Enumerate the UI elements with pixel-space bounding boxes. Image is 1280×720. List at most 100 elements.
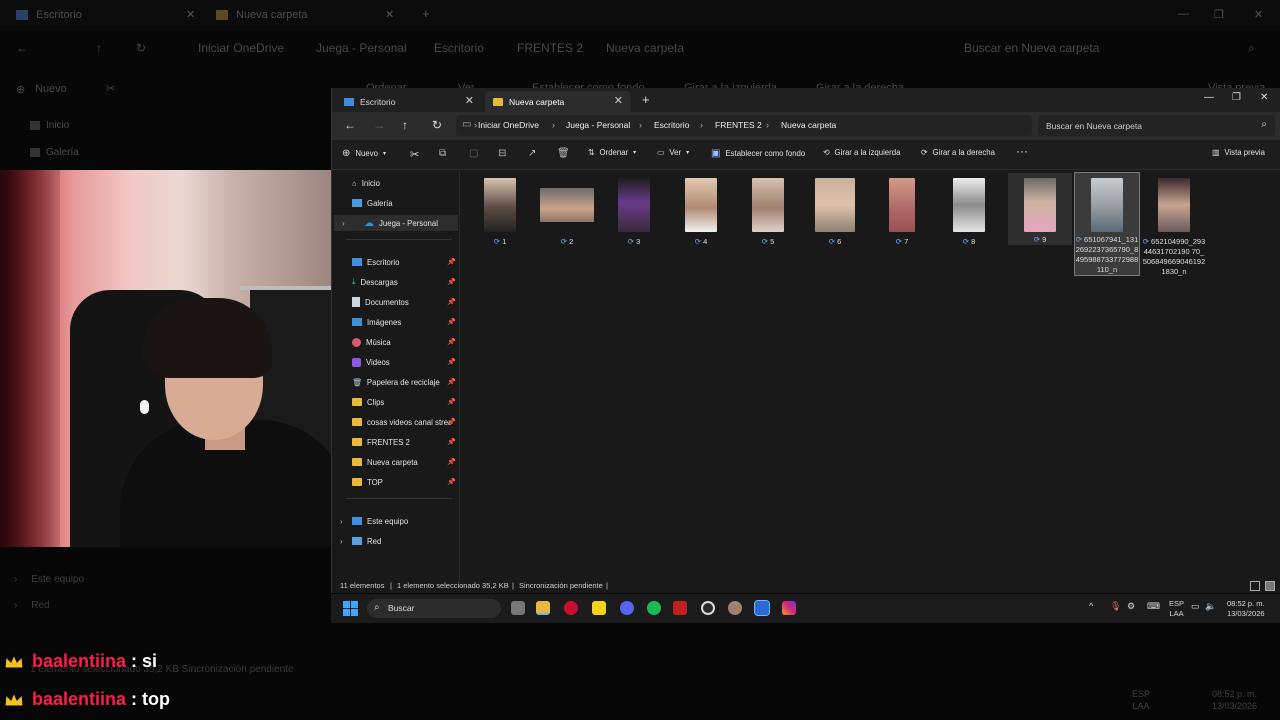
sidebar-item-musica[interactable]: Música 📌: [352, 334, 458, 350]
sidebar-item-frentes-2[interactable]: FRENTES 2 📌: [352, 434, 458, 450]
file-item[interactable]: ⟳ 4: [669, 175, 733, 275]
file-explorer-taskbar-icon[interactable]: [536, 601, 550, 615]
windows-start-button[interactable]: [343, 601, 358, 616]
file-item[interactable]: ⟳ 1: [468, 175, 532, 275]
clock[interactable]: 08:52 p. m. 13/03/2026: [1227, 599, 1265, 619]
voicemeeter-icon[interactable]: [673, 601, 687, 615]
rename-icon: ⊟: [498, 148, 507, 159]
minimize-button[interactable]: —: [1204, 92, 1214, 103]
paste-button[interactable]: ▢: [469, 148, 478, 159]
preview-pane-button[interactable]: ▥ Vista previa: [1212, 148, 1265, 157]
new-tab-button[interactable]: +: [642, 92, 650, 107]
file-item[interactable]: ⟳ 9: [1008, 173, 1072, 245]
pin-icon: 📌: [447, 419, 456, 426]
instagram-icon[interactable]: [782, 601, 796, 615]
discord-icon[interactable]: [620, 601, 634, 615]
sidebar-item-juega-personal[interactable]: › ☁ Juega - Personal: [334, 215, 458, 231]
sticky-notes-icon[interactable]: [592, 601, 606, 615]
maximize-button[interactable]: ❐: [1232, 92, 1241, 103]
background-taskbar: ESP LAA 08:52 p. m. 13/03/2026: [0, 680, 1280, 720]
rename-button[interactable]: ⊟: [498, 148, 506, 159]
pin-icon: 📌: [447, 359, 456, 366]
file-item[interactable]: ⟳ 8: [937, 175, 1001, 275]
pin-icon: 📌: [447, 339, 456, 346]
sidebar-item-escritorio[interactable]: Escritorio 📌: [352, 254, 458, 270]
sidebar-item-inicio[interactable]: ⌂ Inicio: [352, 175, 458, 191]
back-button[interactable]: ←: [344, 118, 356, 132]
close-window-button[interactable]: ✕: [1260, 92, 1268, 103]
file-item[interactable]: ⟳ 652104990_29344631702190 70_50684966904…: [1142, 175, 1206, 276]
settings-icon[interactable]: ⚙: [1127, 601, 1135, 612]
copy-button[interactable]: ⧉: [439, 148, 446, 159]
sidebar-item-nueva-carpeta[interactable]: Nueva carpeta 📌: [352, 454, 458, 470]
more-options-button[interactable]: ···: [1016, 144, 1028, 158]
sidebar-item-papelera[interactable]: 🗑 Papelera de reciclaje 📌: [352, 374, 458, 390]
folder-icon: [352, 398, 362, 406]
sidebar-item-red[interactable]: › Red: [340, 533, 458, 549]
app-icon[interactable]: [728, 601, 742, 615]
tab-escritorio[interactable]: Escritorio ✕: [336, 91, 482, 112]
language-indicator[interactable]: ESP LAA: [1169, 599, 1184, 619]
rotate-right-icon: ⟳: [921, 148, 928, 157]
volume-icon[interactable]: 🔈: [1205, 601, 1216, 612]
sort-button[interactable]: ⇅ Ordenar ▾: [588, 148, 636, 157]
sidebar-item-descargas[interactable]: ⤓ Descargas 📌: [352, 274, 458, 290]
microphone-icon[interactable]: 🎙: [1110, 601, 1121, 612]
close-tab-icon[interactable]: ✕: [614, 94, 623, 107]
file-item[interactable]: ⟳ 5: [736, 175, 800, 275]
sidebar-item-cosas-videos[interactable]: cosas videos canal stream 📌: [352, 414, 458, 430]
background-search: Buscar en Nueva carpeta: [964, 41, 1100, 55]
tab-nueva-carpeta[interactable]: Nueva carpeta ✕: [485, 91, 631, 112]
file-item[interactable]: ⟳ 6: [803, 175, 867, 275]
set-background-button[interactable]: ▣ Establecer como fondo: [711, 148, 805, 159]
file-item[interactable]: ⟳ 3: [602, 175, 666, 275]
refresh-button[interactable]: ↻: [432, 118, 442, 132]
spotify-icon[interactable]: [647, 601, 661, 615]
breadcrumb-item[interactable]: Iniciar OneDrive: [478, 120, 539, 130]
share-button[interactable]: ↗: [528, 148, 536, 159]
sidebar-item-imagenes[interactable]: Imágenes 📌: [352, 314, 458, 330]
search-input[interactable]: Buscar en Nueva carpeta ⌕: [1038, 115, 1275, 136]
up-button[interactable]: ↑: [402, 118, 408, 132]
crown-icon: [4, 691, 24, 706]
keyboard-icon[interactable]: ⌨: [1147, 601, 1160, 612]
sync-pending-icon: ⟳: [895, 237, 903, 246]
breadcrumb-item[interactable]: FRENTES 2: [715, 120, 762, 130]
file-item[interactable]: ⟳ 7: [870, 175, 934, 275]
cut-button[interactable]: ✂: [410, 148, 419, 161]
file-item-selected[interactable]: ⟳ 651067941_1312692237365790_849598873377…: [1074, 172, 1140, 276]
background-crumb: Nueva carpeta: [606, 41, 685, 55]
task-view-icon[interactable]: [511, 601, 525, 615]
view-button[interactable]: ▭ Ver ▾: [657, 148, 689, 157]
pin-icon: 📌: [447, 399, 456, 406]
minimize-icon: —: [1178, 8, 1189, 20]
sidebar-item-videos[interactable]: Videos 📌: [352, 354, 458, 370]
forward-button[interactable]: →: [373, 118, 385, 132]
new-button[interactable]: ⊕ Nuevo ▾: [342, 148, 386, 159]
opera-icon[interactable]: [564, 601, 578, 615]
chat-text: : top: [131, 689, 171, 709]
address-bar[interactable]: ▭ › Iniciar OneDrive › Juega - Personal …: [456, 115, 1032, 136]
delete-button[interactable]: 🗑: [557, 148, 570, 159]
close-tab-icon[interactable]: ✕: [465, 94, 474, 107]
breadcrumb-item[interactable]: Nueva carpeta: [781, 120, 836, 130]
sidebar-item-documentos[interactable]: Documentos 📌: [352, 294, 458, 310]
breadcrumb-item[interactable]: Juega - Personal: [566, 120, 630, 130]
rotate-left-button[interactable]: ⟲ Girar a la izquierda: [823, 148, 900, 157]
back-arrow-icon: ←: [16, 41, 28, 55]
sidebar-item-galeria[interactable]: Galería: [352, 195, 458, 211]
photos-icon[interactable]: [754, 600, 770, 616]
chevron-up-icon[interactable]: ^: [1089, 601, 1093, 611]
taskbar-search[interactable]: ⌕ Buscar: [367, 599, 501, 618]
sidebar-item-top[interactable]: TOP 📌: [352, 474, 458, 490]
thumbnail-view-button[interactable]: [1265, 581, 1275, 591]
file-item[interactable]: ⟳ 2: [535, 175, 599, 275]
sidebar-item-este-equipo[interactable]: › Este equipo: [340, 513, 458, 529]
details-view-button[interactable]: [1250, 581, 1260, 591]
breadcrumb-item[interactable]: Escritorio: [654, 120, 689, 130]
image-thumbnail: [618, 178, 650, 232]
network-icon[interactable]: ▭: [1191, 601, 1200, 612]
rotate-right-button[interactable]: ⟳ Girar a la derecha: [921, 148, 995, 157]
sidebar-item-clips[interactable]: Clips 📌: [352, 394, 458, 410]
obs-icon[interactable]: [701, 601, 715, 615]
